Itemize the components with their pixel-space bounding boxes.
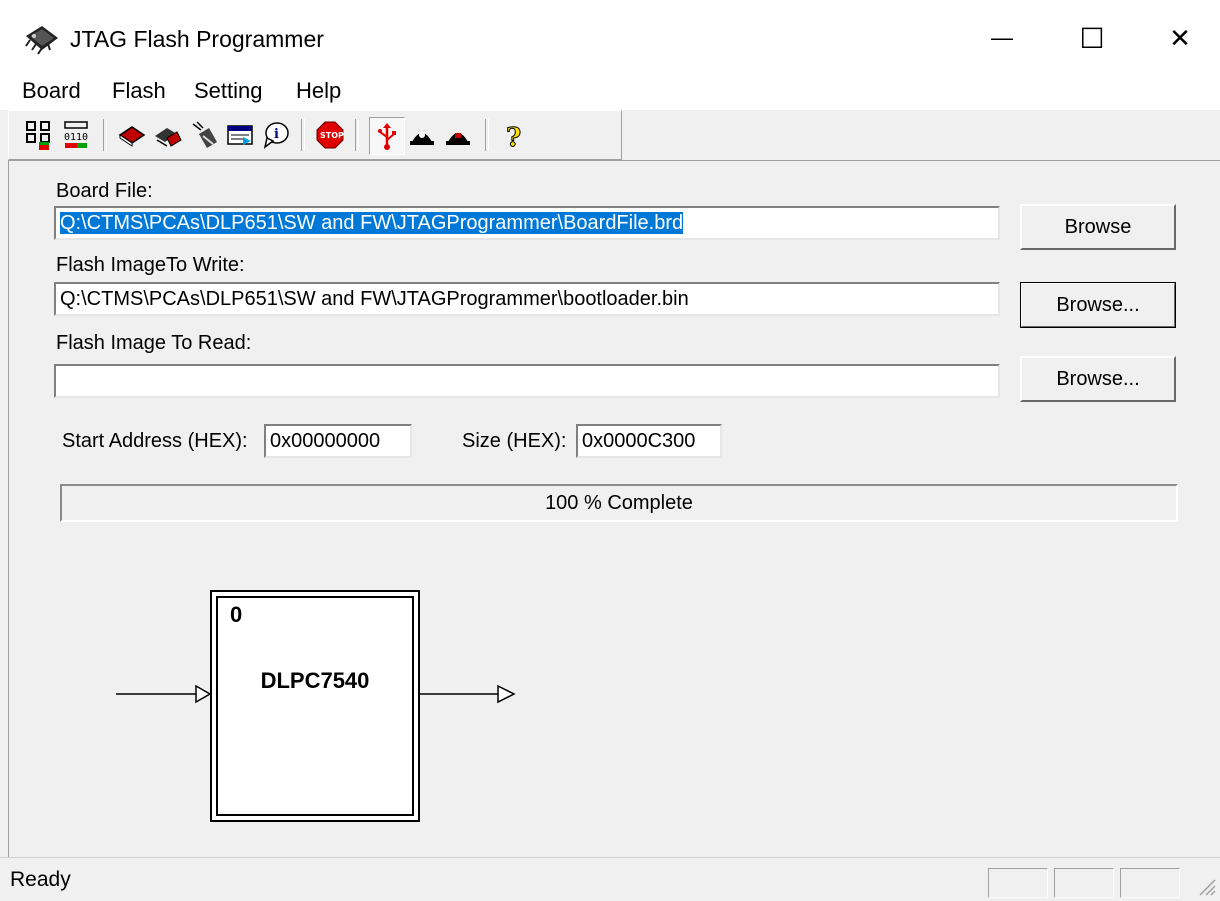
resize-grip-icon[interactable] xyxy=(1196,876,1216,896)
input-arrow xyxy=(195,684,212,704)
jtag-chain-diagram xyxy=(116,684,516,704)
status-pane xyxy=(1054,868,1114,898)
device-block-inner xyxy=(216,596,414,816)
status-pane xyxy=(1120,868,1180,898)
app-window: JTAG Flash Programmer — ☐ ✕ Board Flash … xyxy=(0,0,1220,901)
device-name: DLPC7540 xyxy=(260,668,370,693)
device-block[interactable]: 0 DLPC7540 xyxy=(210,590,420,822)
status-bar: Ready xyxy=(0,857,1220,901)
output-arrow xyxy=(497,684,516,704)
status-text: Ready xyxy=(10,868,71,891)
device-index: 0 xyxy=(230,602,243,627)
status-pane xyxy=(988,868,1048,898)
